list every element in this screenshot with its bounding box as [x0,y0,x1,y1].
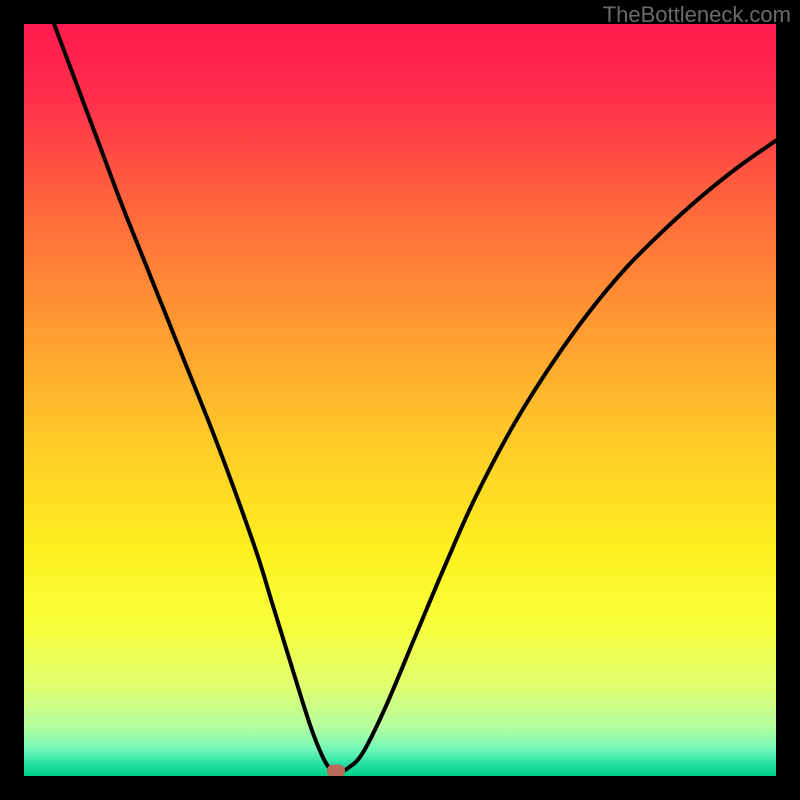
optimal-point-marker [327,765,345,776]
plot-area [24,24,776,776]
bottleneck-curve [24,24,776,776]
outer-frame: TheBottleneck.com [0,0,800,800]
watermark-text: TheBottleneck.com [603,2,791,28]
